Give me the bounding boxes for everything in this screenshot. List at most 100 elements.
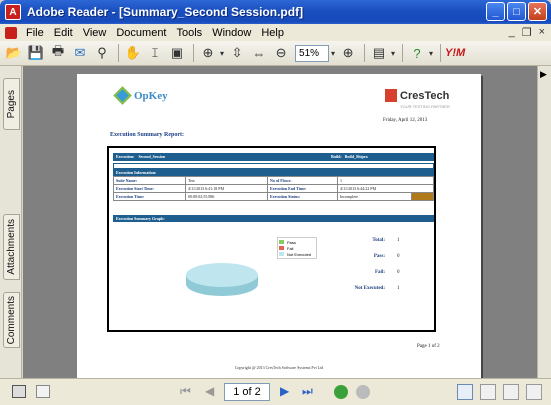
- print-icon[interactable]: 🖶: [48, 43, 68, 63]
- expand-arrow-icon[interactable]: ▶: [540, 69, 547, 80]
- single-page-view-icon[interactable]: [457, 384, 473, 400]
- crestech-logo-text: CresTech: [400, 89, 450, 102]
- chevron-down-icon[interactable]: ▾: [331, 49, 335, 58]
- doc-minimize-button[interactable]: _: [509, 26, 515, 39]
- legend-swatch-pass: [279, 240, 284, 244]
- stat-label: Pass:: [373, 254, 385, 259]
- toolbar: 📂 💾 🖶 ✉ ⚲ ✋ 𝙸 ▣ ⊕ ▾ ⇳ ⇔ ⊖ 51% ▾ ⊕ ▤ ▾ ? …: [0, 41, 551, 66]
- menu-view[interactable]: View: [78, 27, 112, 39]
- menu-document[interactable]: Document: [111, 27, 171, 39]
- go-back-icon[interactable]: [334, 385, 348, 399]
- stat-fail: Fail: 0: [339, 270, 400, 275]
- menu-tools[interactable]: Tools: [172, 27, 208, 39]
- continuous-view-icon[interactable]: [480, 384, 496, 400]
- status-bar: ⏮ ◀ 1 of 2 ▶ ⏭: [0, 378, 551, 405]
- legend-label: Fail: [287, 245, 294, 251]
- close-button[interactable]: ✕: [528, 2, 547, 21]
- hand-tool-icon[interactable]: ✋: [123, 43, 143, 63]
- toolbar-separator: [118, 44, 119, 62]
- table-row: Execution Start Time: 4/11/2013 6:41:18 …: [113, 184, 434, 193]
- table-cell: Test: [185, 176, 268, 185]
- document-area: OpKey CresTech YOUR TESTING PARTNER Frid…: [23, 66, 537, 378]
- page-thumbnail-icon[interactable]: [12, 385, 26, 398]
- legend-label: Not Executed: [287, 251, 312, 257]
- fit-width-icon[interactable]: ⇔: [249, 43, 269, 63]
- table-cell: Execution Start Time:: [113, 184, 186, 193]
- status-color-cell: [411, 192, 434, 201]
- facing-view-icon[interactable]: [503, 384, 519, 400]
- minimize-button[interactable]: _: [486, 2, 505, 21]
- tab-attachments[interactable]: Attachments: [3, 214, 20, 280]
- document-properties-icon[interactable]: [36, 385, 50, 398]
- chevron-down-icon[interactable]: ▾: [220, 49, 224, 58]
- stat-label: Fail:: [375, 270, 385, 275]
- zoom-in-tool-icon[interactable]: ⊕: [198, 43, 218, 63]
- table-cell: No of Flows:: [267, 176, 338, 185]
- toolbar-separator: [440, 44, 442, 62]
- help-icon[interactable]: ?: [407, 43, 427, 63]
- menu-bar: File Edit View Document Tools Window Hel…: [0, 24, 551, 41]
- email-icon[interactable]: ✉: [70, 43, 90, 63]
- go-forward-icon[interactable]: [356, 385, 370, 399]
- stat-value: 1: [397, 286, 400, 291]
- table-cell: Suite Name:: [113, 176, 186, 185]
- table-cell: 4/11/2013 6:44:22 PM: [337, 184, 434, 193]
- doc-restore-button[interactable]: ❐: [522, 26, 532, 39]
- table-row: Execution Time: 00:00:02:55.886 Executio…: [113, 192, 434, 201]
- fit-page-icon[interactable]: ⇳: [227, 43, 247, 63]
- menu-file[interactable]: File: [21, 27, 49, 39]
- zoom-out-icon[interactable]: ⊖: [271, 43, 291, 63]
- page-number-input[interactable]: 1 of 2: [224, 383, 270, 401]
- menu-edit[interactable]: Edit: [49, 27, 78, 39]
- doc-close-button[interactable]: ×: [539, 26, 545, 39]
- menu-window[interactable]: Window: [207, 27, 256, 39]
- opkey-logo: OpKey: [113, 86, 168, 105]
- maximize-button[interactable]: □: [507, 2, 526, 21]
- table-row: Suite Name: Test No of Flows: 1: [113, 176, 434, 185]
- title-bar: A Adobe Reader - [Summary_Second Session…: [0, 0, 551, 24]
- report-title: Execution Summary Report:: [110, 132, 184, 138]
- search-binoculars-icon[interactable]: ⚲: [92, 43, 112, 63]
- execution-info-header: Execution Information:: [113, 169, 434, 176]
- build-value: Build_Shipra: [344, 154, 368, 159]
- adobe-reader-icon: A: [5, 4, 21, 20]
- open-icon[interactable]: 📂: [4, 43, 24, 63]
- stat-label: Not Executed:: [354, 286, 385, 291]
- report-frame: Execution: Second_Session Build: Build_S…: [107, 146, 436, 332]
- stat-value: 1: [397, 238, 400, 243]
- chevron-down-icon[interactable]: ▾: [429, 49, 433, 58]
- opkey-logo-icon: [113, 86, 132, 105]
- stat-value: 0: [397, 270, 400, 275]
- tab-comments-label: Comments: [6, 295, 17, 345]
- zoom-in-icon[interactable]: ⊕: [338, 43, 358, 63]
- toolbar-separator: [364, 44, 366, 62]
- right-scroll-pane: ▶: [537, 66, 551, 378]
- previous-page-icon[interactable]: ◀: [205, 384, 214, 398]
- yahoo-toolbar-icon[interactable]: Y!M: [445, 43, 465, 63]
- page-number: Page 1 of 2: [417, 344, 440, 349]
- tab-pages-label: Pages: [6, 89, 17, 119]
- summary-graph-header: Execution Summary Graph:: [113, 215, 434, 222]
- menu-help[interactable]: Help: [256, 27, 289, 39]
- next-page-icon[interactable]: ▶: [280, 384, 289, 398]
- last-page-icon[interactable]: ⏭: [302, 384, 313, 399]
- save-icon[interactable]: 💾: [26, 43, 46, 63]
- table-cell: Execution Time:: [113, 192, 186, 201]
- document-icon[interactable]: [5, 26, 17, 39]
- select-text-icon[interactable]: 𝙸: [145, 43, 165, 63]
- chevron-down-icon[interactable]: ▾: [391, 49, 395, 58]
- first-page-icon[interactable]: ⏮: [180, 384, 191, 399]
- summary-pie-chart: Pass Fail Not Executed: [144, 229, 317, 324]
- table-cell: 00:00:02:55.886: [185, 192, 268, 201]
- stat-not-executed: Not Executed: 1: [339, 286, 400, 291]
- execution-value: Second_Session: [138, 154, 166, 159]
- crestech-logo-icon: [385, 89, 397, 102]
- zoom-level-input[interactable]: 51%: [295, 44, 330, 62]
- tab-comments[interactable]: Comments: [3, 292, 20, 348]
- tab-pages[interactable]: Pages: [3, 78, 20, 130]
- stat-pass: Pass: 0: [339, 254, 400, 259]
- continuous-facing-view-icon[interactable]: [526, 384, 542, 400]
- legend-label: Pass: [287, 239, 296, 245]
- pages-view-icon[interactable]: ▤: [369, 43, 389, 63]
- snapshot-icon[interactable]: ▣: [167, 43, 187, 63]
